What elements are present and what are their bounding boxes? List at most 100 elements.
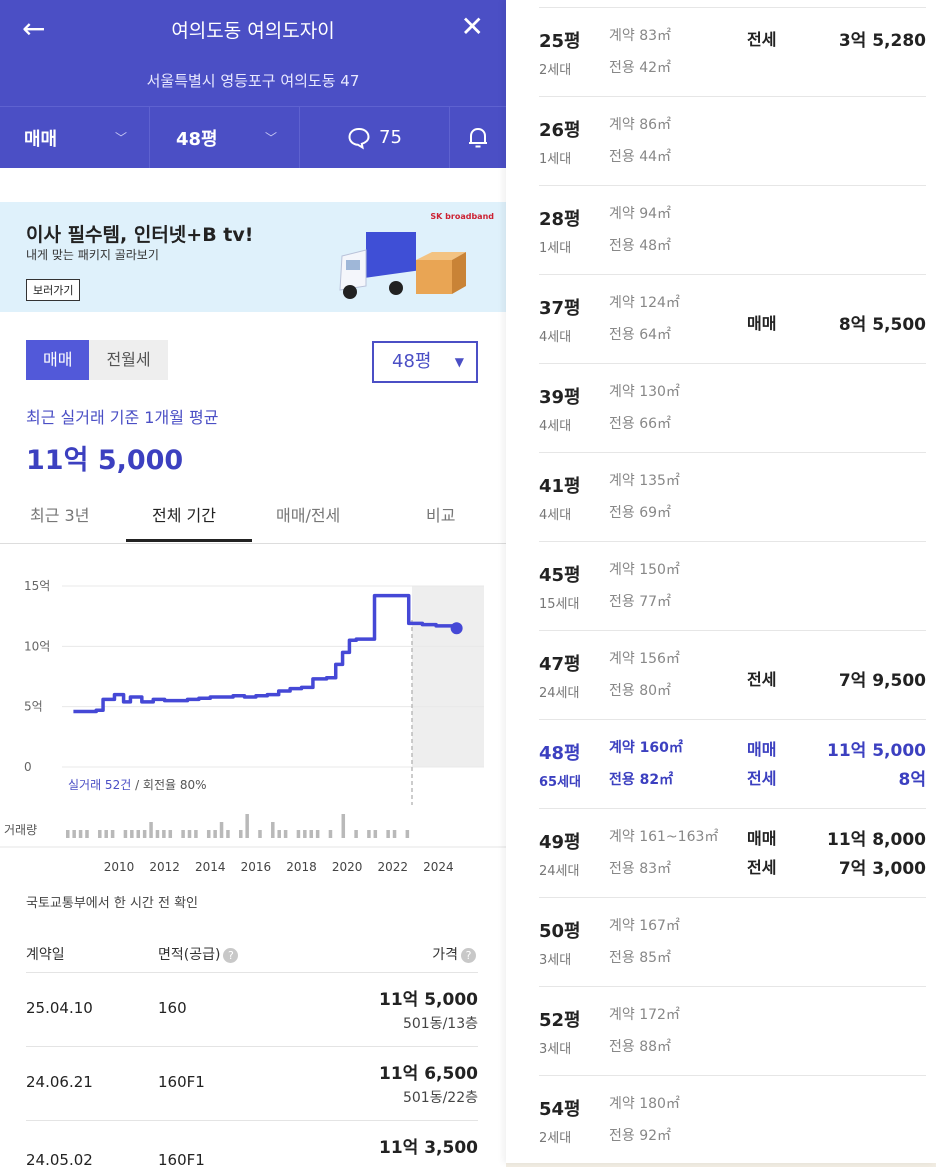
size-pyeong: 50평 [539,921,581,942]
volume-bar [66,830,70,838]
size-contract-area: 계약 160㎡ [609,740,683,756]
size-exclusive-area: 전용 92㎡ [609,1128,672,1144]
size-row[interactable]: 54평 2세대 계약 180㎡ 전용 92㎡ [539,1076,926,1163]
size-list-panel: 25평 2세대 계약 83㎡ 전용 42㎡ 전세 3억 5,280 26평 1세대 계약 86㎡… [506,0,936,1163]
size-pyeong: 26평 [539,120,581,141]
volume-label: 거래량 [4,823,37,837]
table-row[interactable]: 24.05.02 160F1 11억 3,500 [26,1120,478,1167]
speech-bubble-icon [348,127,370,150]
period-tabs: 최근 3년 전체 기간 매매/전세 비교 [0,490,506,544]
size-row[interactable]: 50평 3세대 계약 167㎡ 전용 85㎡ [539,898,926,987]
size-exclusive-area: 전용 42㎡ [609,60,672,76]
x-tick-label: 2024 [423,860,454,874]
size-row[interactable]: 28평 1세대 계약 94㎡ 전용 48㎡ [539,186,926,275]
size-contract-area: 계약 167㎡ [609,918,680,934]
volume-bar [405,830,410,838]
size-deal-type-2: 전세 [747,769,777,788]
size-select-value: 48평 [392,351,432,372]
size-households: 24세대 [539,864,580,879]
caret-down-icon: ▼ [454,355,464,369]
size-contract-area: 계약 161~163㎡ [609,829,719,845]
ad-view-button[interactable]: 보러가기 [26,279,81,301]
volume-bar [187,830,192,838]
volume-bar [341,814,346,838]
page: ← 여의도동 여의도자이 ✕ 서울특별시 영등포구 여의도동 47 매매 ﹀ 4… [0,0,936,1167]
size-row[interactable]: 48평 65세대 계약 160㎡ 전용 82㎡ 매매 11억 5,000 전세 8억 [539,720,926,809]
size-pyeong: 48평 [539,743,581,764]
volume-bar [258,830,262,838]
col-header-date: 계약일 [26,947,65,963]
ad-banner[interactable]: 이사 필수템, 인터넷+B tv! 내게 맞는 패키지 골라보기 보러가기 SK… [0,202,506,312]
volume-bar [206,830,211,838]
close-icon[interactable]: ✕ [461,10,484,43]
size-row[interactable]: 45평 15세대 계약 150㎡ 전용 77㎡ [539,542,926,631]
size-households: 15세대 [539,597,580,612]
col-header-price: 가격? [432,944,476,964]
size-price: 11억 5,000 [827,741,926,761]
x-tick-label: 2020 [332,860,363,874]
x-tick-label: 2022 [377,860,408,874]
bell-icon [469,127,487,147]
price-line [73,593,459,714]
size-contract-area: 계약 150㎡ [609,562,680,578]
size-row[interactable]: 25평 2세대 계약 83㎡ 전용 42㎡ 전세 3억 5,280 [539,8,926,97]
volume-bar [277,830,281,838]
y-tick-label: 10억 [24,639,50,653]
help-icon[interactable]: ? [223,947,239,963]
row-date: 25.04.10 [26,999,93,1017]
size-households: 4세대 [539,330,572,345]
size-row[interactable]: 47평 24세대 계약 156㎡ 전용 80㎡ 전세 7억 9,500 [539,631,926,720]
active-tab-indicator [126,539,252,542]
size-contract-area: 계약 86㎡ [609,117,672,133]
size-pyeong: 52평 [539,1010,581,1031]
table-row[interactable]: 24.06.21 160F1 11억 6,500 501동/22층 [26,1046,478,1120]
size-deal-type: 매매 [747,740,777,759]
average-value: 11억 5,000 [26,445,184,476]
seg-sale[interactable]: 매매 [26,340,90,380]
size-dropdown[interactable]: 48평 ﹀ [150,107,300,168]
row-area: 160 [158,999,187,1017]
size-select[interactable]: 48평 ▼ [372,341,478,383]
size-row[interactable]: 39평 4세대 계약 130㎡ 전용 66㎡ [539,364,926,453]
tab-recent-3y[interactable]: 최근 3년 [30,502,89,526]
volume-bar [226,830,230,838]
size-deal-type: 매매 [747,314,777,333]
volume-bar [142,830,147,838]
volume-bar [315,830,320,838]
source-note: 국토교통부에서 한 시간 전 확인 [26,896,199,911]
deal-type-dropdown[interactable]: 매매 ﹀ [0,107,150,168]
price-chart[interactable]: 15억 10억 5억 0 실거래 52건 / 회전율 80% 거래량 2010 2012 201… [0,560,506,884]
size-contract-area: 계약 172㎡ [609,1007,680,1023]
volume-bar [354,830,358,838]
chart-caption: 실거래 52건 / 회전율 80% [68,778,207,792]
volume-bar [303,830,307,838]
volume-bar [168,830,173,838]
tab-all-period[interactable]: 전체 기간 [152,502,216,526]
comments-button[interactable]: 75 [300,107,450,168]
alert-button[interactable] [450,107,506,168]
size-contract-area: 계약 135㎡ [609,473,680,489]
size-contract-area: 계약 124㎡ [609,295,680,311]
volume-bar [219,822,224,838]
table-row[interactable]: 25.04.10 160 11억 5,000 501동/13층 [26,972,478,1046]
seg-rent[interactable]: 전월세 [89,340,167,380]
help-icon[interactable]: ? [461,947,476,963]
size-pyeong: 25평 [539,31,581,52]
ad-subtext: 내게 맞는 패키지 골라보기 [26,248,159,262]
ad-brand-logo: SK broadband [430,212,494,221]
size-price-2: 8억 [898,770,926,790]
size-row[interactable]: 52평 3세대 계약 172㎡ 전용 88㎡ [539,987,926,1076]
size-row[interactable]: 26평 1세대 계약 86㎡ 전용 44㎡ [539,97,926,186]
size-row[interactable]: 37평 4세대 계약 124㎡ 전용 64㎡ 매매 8억 5,500 [539,275,926,364]
tab-compare[interactable]: 비교 [426,502,455,526]
volume-bar [367,830,371,838]
tab-sale-jeonse[interactable]: 매매/전세 [276,502,340,526]
row-price: 11억 5,000 [379,990,478,1010]
size-deal-type: 전세 [747,30,777,49]
size-row[interactable]: 49평 24세대 계약 161~163㎡ 전용 83㎡ 매매 11억 8,000 전세 7억 … [539,809,926,898]
size-row[interactable]: 41평 4세대 계약 135㎡ 전용 69㎡ [539,453,926,542]
size-price: 7억 9,500 [838,671,926,691]
size-pyeong: 39평 [539,387,581,408]
size-households: 4세대 [539,419,572,434]
x-tick-label: 2016 [241,860,272,874]
